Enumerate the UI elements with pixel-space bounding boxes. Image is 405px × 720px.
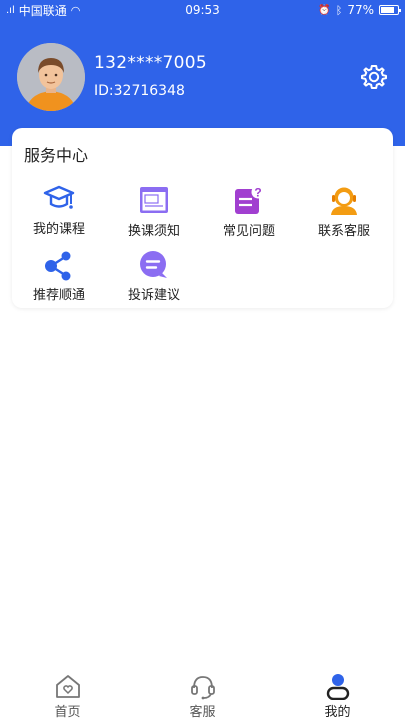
avatar-person-icon — [17, 43, 85, 111]
settings-button[interactable] — [360, 63, 388, 91]
tab-home[interactable]: 首页 — [0, 666, 135, 720]
user-phone: 132****7005 — [94, 53, 208, 73]
tab-label: 首页 — [54, 705, 81, 720]
share-icon — [45, 251, 71, 281]
chat-bubble-icon — [140, 251, 167, 278]
carrier-name: 中国联通 — [18, 3, 67, 18]
service-label: 我的课程 — [32, 222, 85, 237]
user-id: ID:32716348 — [94, 83, 185, 99]
bluetooth-icon: ᛒ — [335, 3, 343, 17]
home-icon — [55, 675, 80, 698]
service-my-courses[interactable]: 我的课程 — [14, 182, 104, 237]
service-course-change-notice[interactable]: 换课须知 — [109, 184, 199, 239]
service-label: 投诉建议 — [127, 288, 180, 303]
bottom-tab-bar: 首页 客服 我的 — [0, 666, 405, 720]
battery-icon — [379, 5, 401, 15]
avatar[interactable] — [17, 43, 85, 111]
tab-label: 我的 — [324, 705, 351, 720]
person-icon — [326, 674, 349, 700]
service-contact-support[interactable]: 联系客服 — [299, 184, 389, 239]
service-label: 联系客服 — [317, 224, 370, 239]
service-center-card: 服务中心 我的课程 换课须知 ? 常见问题 联系客服 推荐顺通 投诉建议 — [12, 128, 393, 308]
service-center-title: 服务中心 — [24, 146, 89, 165]
service-feedback[interactable]: 投诉建议 — [109, 248, 199, 303]
wifi-icon: ◠ — [70, 3, 81, 17]
service-label: 换课须知 — [127, 224, 180, 239]
document-window-icon — [140, 187, 168, 213]
service-recommend[interactable]: 推荐顺通 — [14, 248, 104, 303]
svg-text:?: ? — [254, 186, 261, 200]
signal-icon: .ıl — [6, 4, 15, 16]
status-bar: .ıl 中国联通 ◠ 09:53 ⏰ ᛒ 77% — [0, 0, 405, 20]
tab-service[interactable]: 客服 — [135, 666, 270, 720]
service-label: 常见问题 — [222, 224, 275, 239]
tab-label: 客服 — [189, 705, 216, 720]
faq-icon: ? — [235, 185, 265, 214]
gear-icon — [361, 65, 387, 89]
clock: 09:53 — [185, 3, 220, 17]
customer-service-icon — [331, 187, 357, 215]
graduation-cap-icon — [43, 185, 75, 209]
headset-icon — [190, 676, 215, 700]
tab-mine[interactable]: 我的 — [270, 666, 405, 720]
service-faq[interactable]: ? 常见问题 — [204, 184, 294, 239]
service-label: 推荐顺通 — [32, 288, 85, 303]
battery-percent: 77% — [347, 3, 374, 17]
alarm-icon: ⏰ — [318, 4, 331, 16]
